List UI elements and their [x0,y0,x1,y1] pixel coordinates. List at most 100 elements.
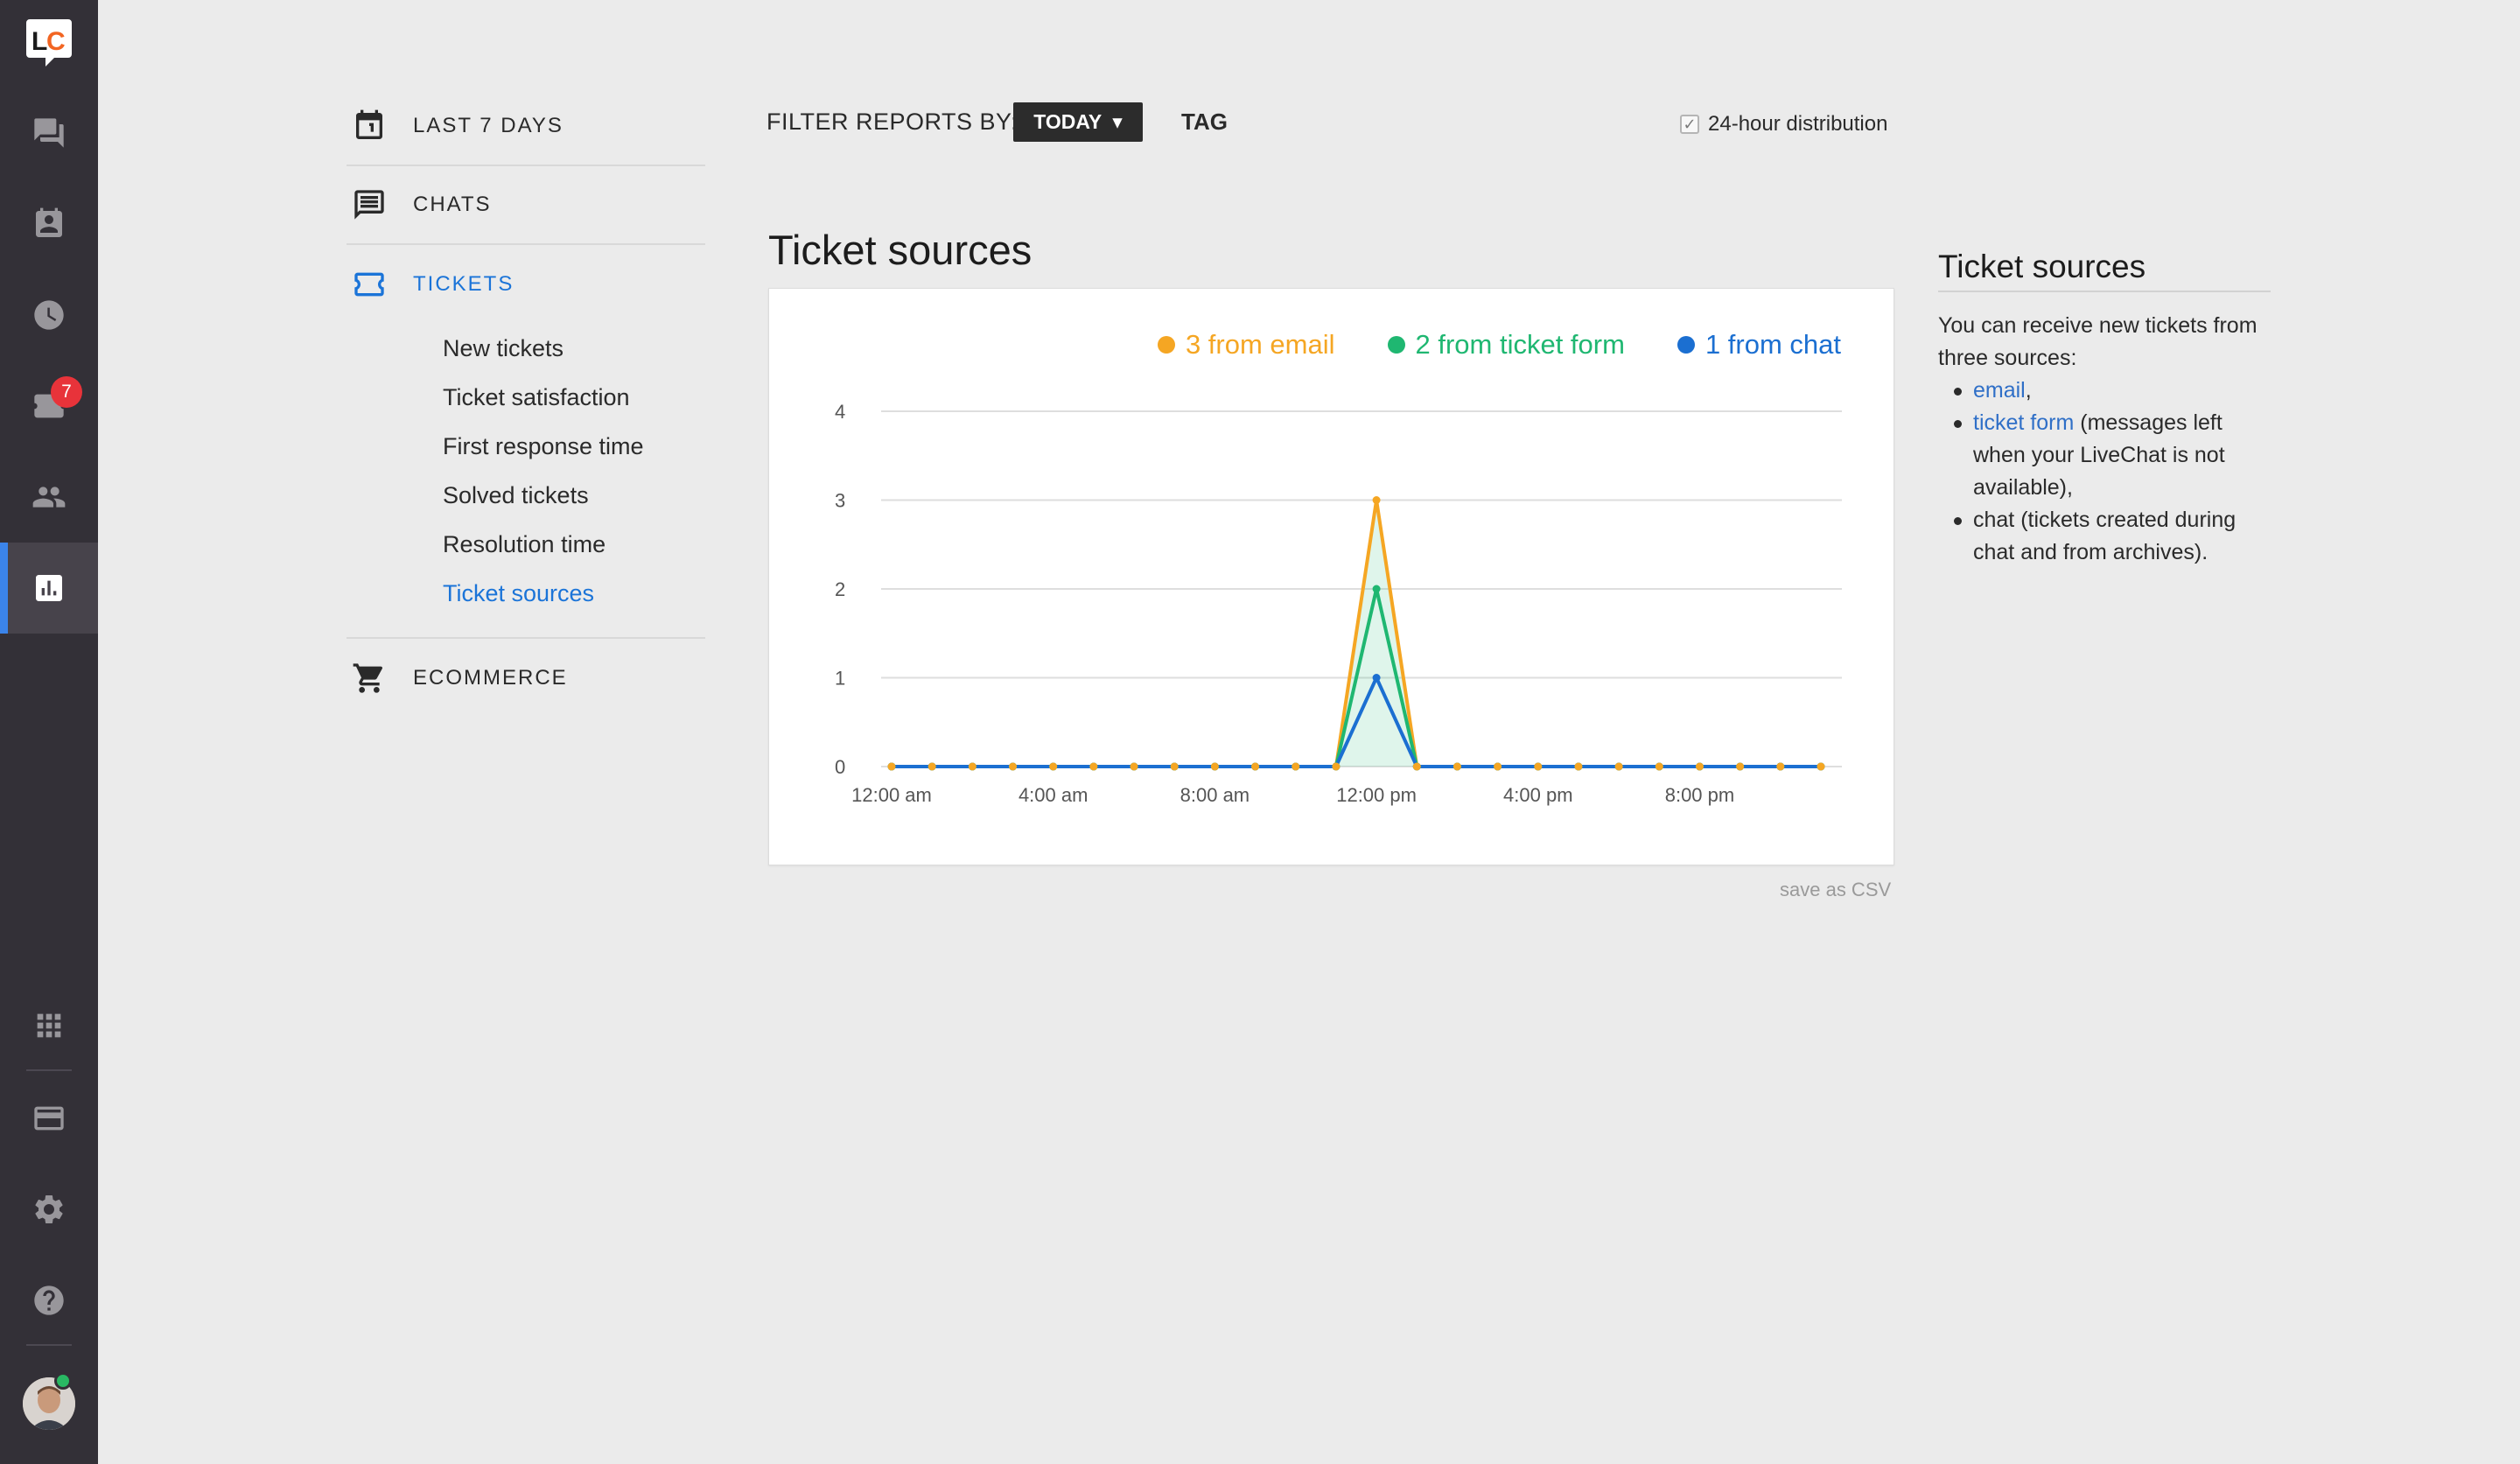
filter-label: FILTER REPORTS BY: [766,109,1018,135]
distribution-toggle[interactable]: ✓ 24-hour distribution [1680,112,1887,137]
y-tick-label: 3 [835,490,845,512]
data-point-chat [1372,674,1381,682]
help-list: email, ticket form (messages left when y… [1938,375,2271,569]
data-point-email [1614,762,1623,771]
data-point-email [1372,496,1381,504]
data-point-email [887,762,896,771]
nav-label: CHATS [413,193,492,216]
rail-tickets[interactable] [0,361,98,452]
data-point-email [1816,762,1825,771]
nav-tickets[interactable]: TICKETS [346,245,705,324]
nav-chats[interactable]: CHATS [346,166,705,245]
y-tick-label: 1 [835,668,845,690]
data-point-email [1009,762,1018,771]
svg-text:L: L [32,27,47,56]
tickets-badge: 7 [51,376,82,408]
help-panel: Ticket sources You can receive new ticke… [1938,249,2271,569]
data-point-email [1089,762,1098,771]
nav-last-7-days[interactable]: LAST 7 DAYS [346,88,705,166]
submenu-new-tickets[interactable]: New tickets [443,324,705,373]
data-point-email [1494,762,1502,771]
rail-help[interactable] [0,1255,98,1346]
x-tick-label: 8:00 pm [1665,784,1735,806]
submenu-solved-tickets[interactable]: Solved tickets [443,471,705,520]
period-dropdown[interactable]: TODAY ▾ [1013,102,1143,142]
ticket-form-link[interactable]: ticket form [1973,410,2074,435]
calendar-icon [352,109,387,144]
credit-card-icon [34,1106,64,1131]
message-icon [352,187,387,222]
ticket-icon [352,267,387,302]
nav-label: TICKETS [413,272,514,296]
tickets-submenu: New tickets Ticket satisfaction First re… [346,324,705,639]
data-point-email [1292,762,1300,771]
rail-billing[interactable] [0,1073,98,1164]
data-point-ticket-form [1372,585,1381,593]
data-point-email [1332,762,1340,771]
livechat-logo[interactable]: L C [24,18,74,68]
rail-history[interactable] [0,270,98,361]
submenu-resolution-time[interactable]: Resolution time [443,520,705,569]
data-point-email [1170,762,1179,771]
x-tick-label: 12:00 am [851,784,932,806]
nav-ecommerce[interactable]: ECOMMERCE [346,639,705,718]
data-point-email [968,762,976,771]
x-tick-label: 4:00 am [1018,784,1088,806]
data-point-email [928,762,936,771]
chart-card: 3 from email 2 from ticket form 1 from c… [768,288,1894,865]
data-point-email [1695,762,1704,771]
period-value: TODAY [1033,110,1102,133]
help-item-text: chat (tickets created during chat and fr… [1973,508,2236,564]
caret-down-icon: ▾ [1112,110,1123,133]
rail-reports[interactable] [0,543,98,634]
help-item-text: , [2025,378,2032,403]
x-tick-label: 12:00 pm [1336,784,1417,806]
save-csv-link[interactable]: save as CSV [1780,879,1891,901]
distribution-label: 24-hour distribution [1708,112,1888,136]
contact-card-icon [36,207,62,237]
data-point-email [1574,762,1583,771]
chat-bubbles-icon [34,118,64,148]
page-title: Ticket sources [768,227,1032,273]
rail-chats[interactable] [0,88,98,179]
reports-nav: LAST 7 DAYS CHATS TICKETS New tickets Ti… [346,88,705,718]
rail-agents[interactable] [0,452,98,543]
help-intro: You can receive new tickets from three s… [1938,313,2258,370]
rail-customers[interactable] [0,179,98,270]
rail-divider [26,1344,72,1346]
y-tick-label: 4 [835,401,845,423]
y-tick-label: 0 [835,756,845,778]
grid-icon [37,1013,61,1038]
ticket-sources-chart: 0 1 2 3 4 12:00 am 4:00 am 8:00 am 12:00 pm 4:00 … [835,401,1842,806]
nav-label: ECOMMERCE [413,666,568,690]
email-link[interactable]: email [1973,378,2026,403]
gear-icon [35,1195,63,1223]
data-point-email [1534,762,1543,771]
help-title: Ticket sources [1938,249,2271,292]
online-status-indicator [54,1372,72,1390]
x-tick-label: 4:00 pm [1503,784,1573,806]
rail-divider [26,1069,72,1071]
rail-apps[interactable] [0,980,98,1071]
data-point-email [1049,762,1058,771]
people-icon [32,487,66,508]
rail-settings[interactable] [0,1164,98,1255]
cart-icon [352,661,387,696]
nav-label: LAST 7 DAYS [413,114,564,137]
x-tick-label: 8:00 am [1180,784,1250,806]
app-sidebar: L C 7 [0,0,98,1464]
clock-icon [34,300,64,330]
bar-chart-icon [36,575,62,601]
y-tick-label: 2 [835,578,845,600]
data-point-email [1210,762,1219,771]
help-item-ticket-form: ticket form (messages left when your Liv… [1938,407,2271,504]
data-point-email [1655,762,1663,771]
submenu-first-response-time[interactable]: First response time [443,422,705,471]
tag-filter-button[interactable]: TAG [1181,109,1228,136]
distribution-checkbox[interactable]: ✓ [1680,115,1699,134]
help-item-email: email, [1938,375,2271,407]
svg-text:C: C [46,27,66,56]
submenu-ticket-sources[interactable]: Ticket sources [443,569,705,618]
submenu-ticket-satisfaction[interactable]: Ticket satisfaction [443,373,705,422]
data-point-email [1130,762,1138,771]
